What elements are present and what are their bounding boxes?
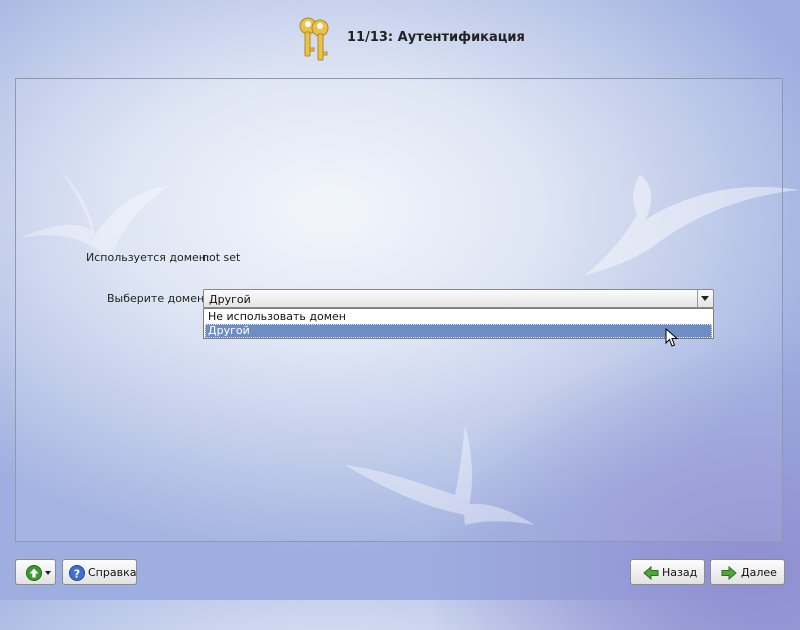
chevron-down-icon[interactable] <box>697 290 713 307</box>
svg-text:?: ? <box>74 568 80 581</box>
back-button-label: Назад <box>662 566 698 579</box>
choose-domain-label: Выберите домен: <box>107 292 208 305</box>
header: 11/13: Аутентификация <box>0 0 800 76</box>
domain-in-use-label: Используется домен: <box>86 251 210 264</box>
menu-button[interactable] <box>15 559 56 585</box>
mouse-pointer-icon <box>665 328 679 347</box>
arrow-left-icon <box>643 565 659 581</box>
green-up-arrow-icon <box>26 565 42 581</box>
page-title: 11/13: Аутентификация <box>347 30 525 45</box>
back-button[interactable]: Назад <box>630 559 705 585</box>
help-button[interactable]: ? Справка <box>62 559 137 585</box>
dropdown-option-no-domain[interactable]: Не использовать домен <box>205 310 712 324</box>
next-button-label: Далее <box>741 566 777 579</box>
domain-select[interactable]: Другой <box>203 289 714 308</box>
help-button-label: Справка <box>88 566 137 579</box>
keys-icon <box>299 17 329 61</box>
arrow-right-icon <box>721 565 737 581</box>
domain-select-value: Другой <box>209 293 251 306</box>
caret-down-icon <box>45 571 51 575</box>
help-icon: ? <box>69 565 85 581</box>
next-button[interactable]: Далее <box>710 559 785 585</box>
domain-dropdown-list: Не использовать домен Другой <box>203 308 714 339</box>
domain-in-use-value: not set <box>202 251 241 264</box>
dropdown-option-other[interactable]: Другой <box>205 324 712 338</box>
